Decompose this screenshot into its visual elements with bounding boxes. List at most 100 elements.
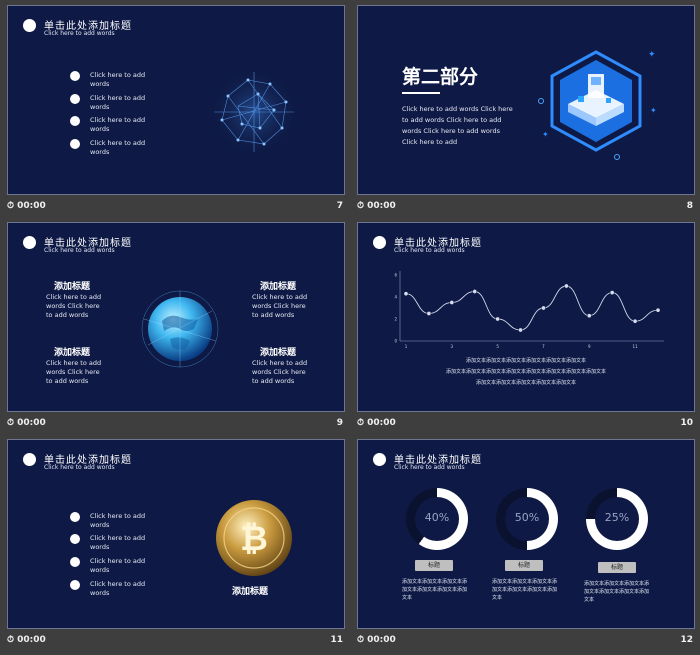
ring-tag: 标题 — [415, 560, 453, 571]
slide-footer: ⏱ 00:00 7 — [7, 199, 345, 215]
data-point — [632, 318, 638, 324]
data-point — [403, 291, 409, 297]
series-line — [405, 285, 659, 331]
slide-subtitle: Click here to add words — [44, 30, 115, 37]
slide-number: 10 — [680, 418, 693, 428]
x-tick-label: 3 — [451, 344, 454, 349]
block-heading: 添加标题 — [54, 348, 91, 358]
bullet-text: Click here to add words — [90, 512, 146, 529]
slide-thumbnail-7[interactable]: 单击此处添加标题 Click here to add words Click h… — [7, 5, 345, 221]
slide-footer: ⏱ 00:00 12 — [357, 633, 695, 649]
bitcoin-coin-image: ₿ — [216, 500, 292, 576]
ring-percent: 25% — [604, 511, 630, 524]
block-heading: 添加标题 — [260, 348, 297, 358]
slide-subtitle: Click here to add words — [44, 247, 115, 254]
y-tick-label: 0 — [394, 339, 397, 344]
bullet-dot-icon — [70, 557, 80, 567]
slide-timing: ⏱ 00:00 — [7, 635, 46, 645]
block-heading: 添加标题 — [260, 282, 297, 292]
block-text: Click here to add words Click here to ad… — [252, 293, 308, 319]
slide-8-canvas: 第二部分 Click here to add words Click here … — [357, 5, 695, 195]
ring-tag: 标题 — [505, 560, 543, 571]
y-tick-label: 4 — [394, 295, 397, 300]
slide-timing: ⏱ 00:00 — [7, 201, 46, 211]
bullet-text: Click here to add words — [90, 116, 146, 133]
data-point — [495, 316, 500, 322]
bullet-text: Click here to add words — [90, 139, 146, 156]
bullet-text: Click here to add words — [90, 71, 146, 88]
slide-7-canvas: 单击此处添加标题 Click here to add words Click h… — [7, 5, 345, 195]
slide-thumbnail-12[interactable]: 单击此处添加标题 Click here to add words 40% 50%… — [357, 439, 695, 655]
slide-subtitle: Click here to add words — [44, 464, 115, 471]
bullet-dot-icon — [70, 534, 80, 544]
slide-number: 9 — [336, 418, 343, 428]
y-tick-label: 6 — [394, 273, 397, 278]
svg-text:₿: ₿ — [240, 519, 268, 559]
slide-thumbnail-9[interactable]: 单击此处添加标题 Click here to add words 添加标题 Cl… — [7, 222, 345, 438]
bullet-dot-icon — [70, 139, 80, 149]
block-text: Click here to add words Click here to ad… — [46, 359, 102, 385]
slide-timing: ⏱ 00:00 — [357, 418, 396, 428]
ring-percent: 40% — [424, 511, 450, 524]
slide-timing: ⏱ 00:00 — [7, 418, 46, 428]
bullet-dot-icon — [70, 512, 80, 522]
data-point — [541, 305, 546, 311]
data-point — [655, 307, 661, 313]
section-title: 第二部分 — [402, 66, 479, 88]
slide-timing: ⏱ 00:00 — [357, 201, 396, 211]
sparkle-icon: ✦ — [542, 130, 549, 139]
data-point — [564, 283, 569, 289]
ring-description: 添加文本添加文本添加文本添加文本添加文本添加文本添加文本 — [492, 579, 558, 601]
data-point — [518, 327, 523, 333]
bullet-text: Click here to add words — [90, 557, 146, 574]
slide-thumbnail-11[interactable]: 单击此处添加标题 Click here to add words Click h… — [7, 439, 345, 655]
progress-ring: 25% — [586, 488, 648, 550]
title-dot-icon — [23, 236, 36, 249]
slide-number: 7 — [336, 201, 343, 211]
ring-description: 添加文本添加文本添加文本添加文本添加文本添加文本添加文本 — [584, 581, 650, 603]
slide-9-canvas: 单击此处添加标题 Click here to add words 添加标题 Cl… — [7, 222, 345, 412]
bullet-text: Click here to add words — [90, 94, 146, 111]
bullet-dot-icon — [70, 71, 80, 81]
slide-thumbnail-8[interactable]: 第二部分 Click here to add words Click here … — [357, 5, 695, 221]
progress-ring: 40% — [406, 488, 468, 550]
data-point — [586, 313, 592, 319]
slide-number: 12 — [680, 635, 693, 645]
section-body: Click here to add words Click here to ad… — [402, 105, 513, 146]
title-dot-icon — [23, 19, 36, 32]
x-tick-label: 11 — [633, 344, 639, 349]
x-tick-label: 9 — [588, 344, 591, 349]
title-dot-icon — [23, 453, 36, 466]
data-point — [449, 300, 455, 305]
ring-deco-icon — [614, 154, 620, 160]
bullet-dot-icon — [70, 116, 80, 126]
ring-tag: 标题 — [598, 562, 636, 573]
bullet-dot-icon — [70, 580, 80, 590]
ring-description: 添加文本添加文本添加文本添加文本添加文本添加文本添加文本 — [402, 579, 468, 601]
title-underline — [402, 92, 440, 94]
progress-ring: 50% — [496, 488, 558, 550]
slide-timing: ⏱ 00:00 — [357, 635, 396, 645]
slide-footer: ⏱ 00:00 10 — [357, 416, 695, 432]
sparkle-icon: ✦ — [648, 50, 656, 60]
slide-thumbnail-10[interactable]: 单击此处添加标题 Click here to add words 0246135… — [357, 222, 695, 438]
data-point — [472, 289, 478, 294]
blue-earth-globe-image — [141, 290, 219, 368]
x-tick-label: 7 — [542, 344, 545, 349]
slide-10-canvas: 单击此处添加标题 Click here to add words 0246135… — [357, 222, 695, 412]
network-globe-image — [210, 68, 298, 156]
chart-caption-line: 添加文本添加文本添加文本添加文本添加文本添加文本 — [465, 358, 586, 364]
bullet-text: Click here to add words — [90, 580, 146, 597]
y-tick-label: 2 — [394, 317, 397, 322]
bullet-dot-icon — [70, 94, 80, 104]
x-tick-label: 5 — [496, 344, 499, 349]
ring-deco-icon — [538, 98, 544, 104]
slide-footer: ⏱ 00:00 11 — [7, 633, 345, 649]
chart-caption-line: 添加文本添加文本添加文本添加文本添加文本添加文本添加文本添加文本 — [445, 369, 606, 375]
slide-footer: ⏱ 00:00 9 — [7, 416, 345, 432]
x-tick-label: 1 — [405, 344, 408, 349]
isometric-store-illustration — [550, 50, 642, 152]
slide-footer: ⏱ 00:00 8 — [357, 199, 695, 215]
slide-12-canvas: 单击此处添加标题 Click here to add words 40% 50%… — [357, 439, 695, 629]
sparkle-icon: ✦ — [650, 106, 657, 115]
